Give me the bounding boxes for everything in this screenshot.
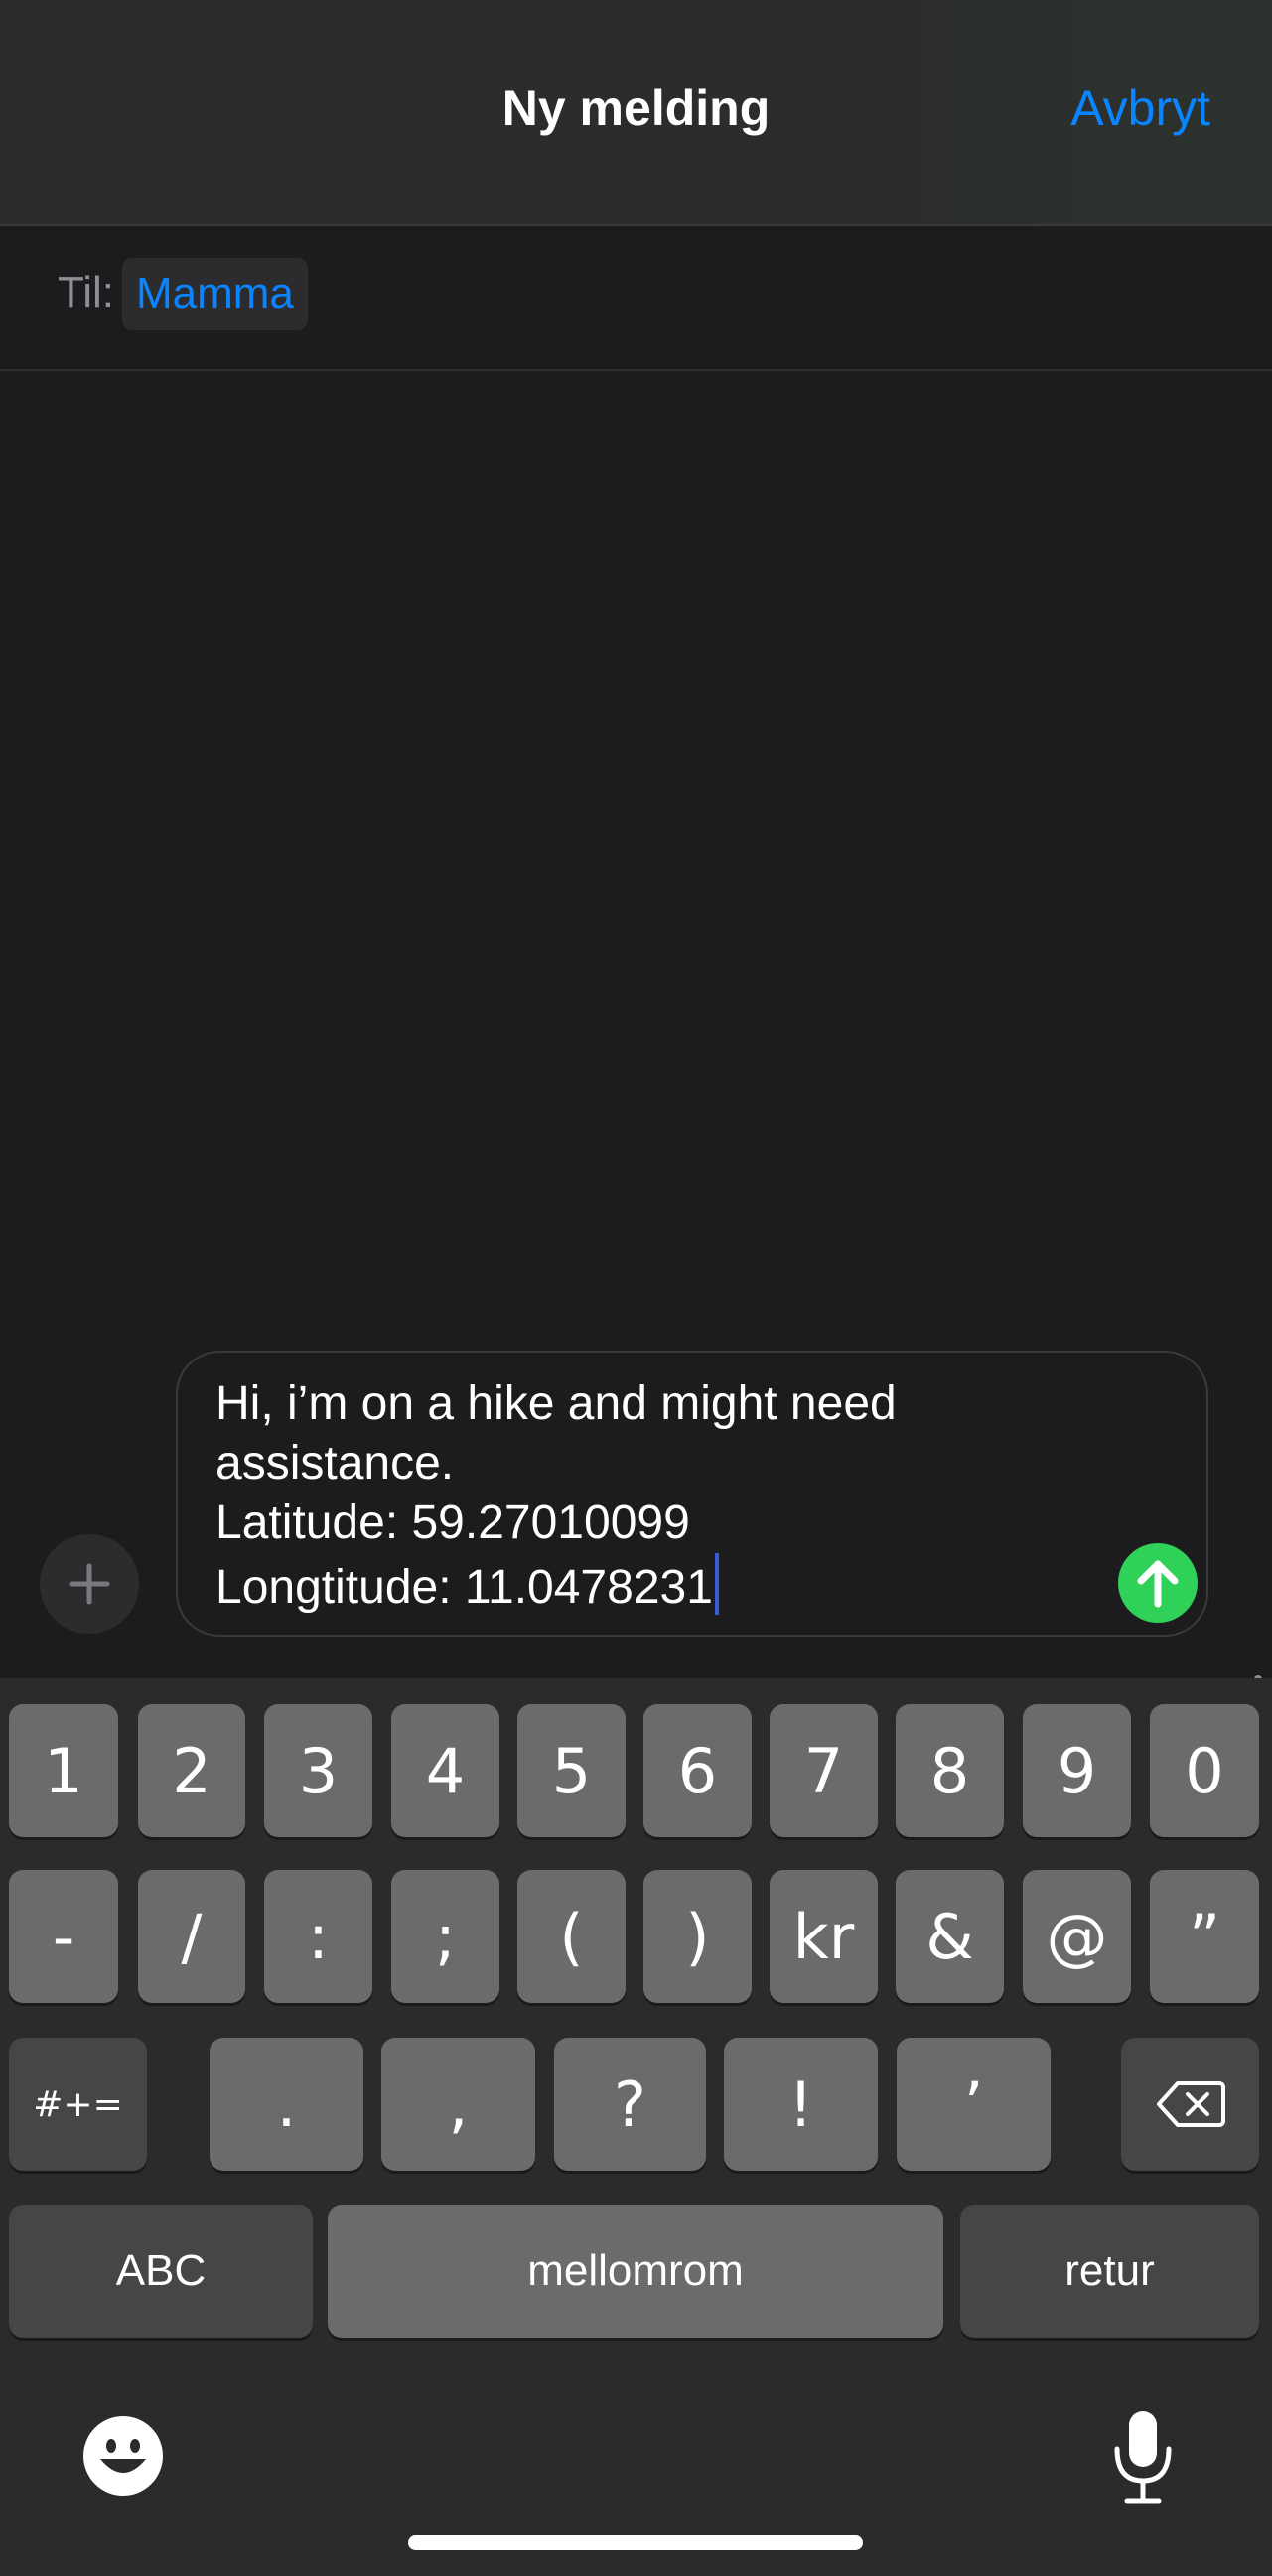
- abc-key[interactable]: ABC: [9, 2205, 313, 2338]
- key-ampersand[interactable]: &: [896, 1870, 1004, 2003]
- key-6[interactable]: 6: [643, 1704, 752, 1837]
- key-apostrophe[interactable]: ’: [897, 2038, 1051, 2171]
- key-8[interactable]: 8: [896, 1704, 1004, 1837]
- key-exclamation[interactable]: !: [724, 2038, 878, 2171]
- key-comma[interactable]: ,: [381, 2038, 535, 2171]
- delete-icon: [1156, 2081, 1225, 2127]
- key-kr[interactable]: kr: [770, 1870, 878, 2003]
- text-caret: [714, 1553, 719, 1615]
- return-key[interactable]: retur: [960, 2205, 1259, 2338]
- key-at[interactable]: @: [1023, 1870, 1131, 2003]
- recipient-row[interactable]: Til: Mamma: [0, 226, 1272, 371]
- emoji-button[interactable]: [82, 2415, 164, 2497]
- key-close-paren[interactable]: ): [643, 1870, 752, 2003]
- key-3[interactable]: 3: [264, 1704, 372, 1837]
- emoji-icon: [83, 2416, 163, 2496]
- microphone-icon: [1114, 2411, 1172, 2504]
- message-input[interactable]: Hi, i’m on a hike and might need assista…: [176, 1351, 1208, 1637]
- add-attachment-button[interactable]: [40, 1534, 139, 1634]
- send-button[interactable]: [1118, 1543, 1198, 1623]
- navigation-header: Ny melding Avbryt: [0, 0, 1272, 226]
- recipient-label: Til:: [58, 268, 115, 317]
- delete-key[interactable]: [1121, 2038, 1259, 2171]
- key-semicolon[interactable]: ;: [391, 1870, 499, 2003]
- key-2[interactable]: 2: [138, 1704, 245, 1837]
- key-open-paren[interactable]: (: [517, 1870, 626, 2003]
- arrow-up-icon: [1137, 1560, 1179, 1608]
- home-indicator[interactable]: [408, 2535, 863, 2550]
- cancel-button[interactable]: Avbryt: [1070, 79, 1210, 137]
- space-key[interactable]: mellomrom: [328, 2205, 943, 2338]
- key-7[interactable]: 7: [770, 1704, 878, 1837]
- key-0[interactable]: 0: [1150, 1704, 1259, 1837]
- dictation-button[interactable]: [1112, 2409, 1174, 2504]
- plus-icon: [69, 1563, 110, 1605]
- key-colon[interactable]: :: [264, 1870, 372, 2003]
- messages-screen: Ny melding Avbryt Til: Mamma Hi, i’m on …: [0, 0, 1272, 2576]
- key-period[interactable]: .: [210, 2038, 363, 2171]
- key-slash[interactable]: /: [138, 1870, 245, 2003]
- key-hyphen[interactable]: -: [9, 1870, 118, 2003]
- key-5[interactable]: 5: [517, 1704, 626, 1837]
- recipient-chip[interactable]: Mamma: [122, 258, 308, 330]
- key-9[interactable]: 9: [1023, 1704, 1131, 1837]
- key-quote[interactable]: ”: [1150, 1870, 1259, 2003]
- key-more-symbols[interactable]: #+=: [9, 2038, 147, 2171]
- message-text-value: Hi, i’m on a hike and might need assista…: [215, 1377, 897, 1614]
- key-1[interactable]: 1: [9, 1704, 118, 1837]
- keyboard: 1 2 3 4 5 6 7 8 9 0 - / : ; ( ) kr & @ ”…: [0, 1678, 1272, 2576]
- key-question[interactable]: ?: [554, 2038, 706, 2171]
- message-input-text: Hi, i’m on a hike and might need assista…: [215, 1374, 1109, 1618]
- key-4[interactable]: 4: [391, 1704, 499, 1837]
